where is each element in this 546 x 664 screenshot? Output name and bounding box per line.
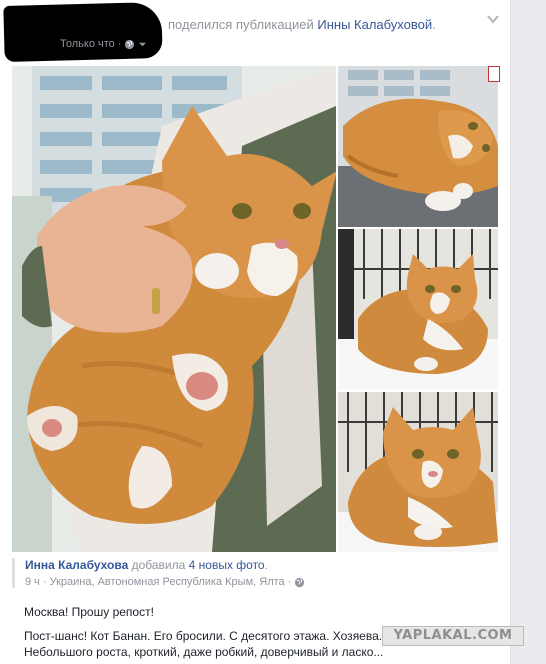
photo-thumb-cat-lying[interactable]	[338, 66, 498, 227]
globe-icon	[295, 577, 305, 587]
audience-dropdown-icon[interactable]	[138, 40, 147, 49]
share-period: .	[432, 17, 436, 32]
redacted-avatar-and-name	[3, 1, 163, 63]
original-author-link[interactable]: Инна Калабухова	[25, 558, 128, 572]
photo-main-cat-held[interactable]	[12, 66, 336, 552]
shared-post-card: поделился публикацией Инны Калабуховой. …	[0, 0, 511, 664]
post-text-line: Небольшого роста, кроткий, даже робкий, …	[24, 645, 384, 659]
attribution-separator-2: ·	[287, 576, 292, 588]
photo-thumb-cat-in-cage[interactable]	[338, 229, 498, 390]
globe-icon[interactable]	[124, 39, 135, 50]
photo-thumb-cat-closeup[interactable]	[338, 392, 498, 552]
attribution-separator: ·	[42, 576, 47, 588]
share-header: поделился публикацией Инны Калабуховой.	[168, 17, 436, 32]
new-photos-link[interactable]: 4 новых фото	[189, 558, 265, 572]
post-location[interactable]: Украина, Автономная Республика Крым, Ялт…	[50, 576, 285, 588]
meta-separator: ·	[117, 38, 122, 50]
original-post-attribution: Инна Калабухова добавила 4 новых фото. 9…	[12, 558, 510, 588]
post-meta: Только что ·	[60, 38, 147, 50]
watermark: YAPLAKAL.COM	[382, 626, 524, 646]
original-post-time[interactable]: 9 ч	[25, 576, 40, 588]
shared-author-link[interactable]: Инны Калабуховой	[317, 17, 432, 32]
attribution-verb: добавила	[131, 558, 186, 572]
attribution-period: .	[264, 558, 268, 572]
post-text-line: Москва! Прошу репост!	[24, 605, 154, 619]
chevron-down-icon[interactable]	[486, 12, 500, 26]
post-time[interactable]: Только что	[60, 38, 115, 50]
photo-thumbnail-marker	[488, 66, 500, 82]
share-action-text: поделился публикацией	[168, 17, 314, 32]
